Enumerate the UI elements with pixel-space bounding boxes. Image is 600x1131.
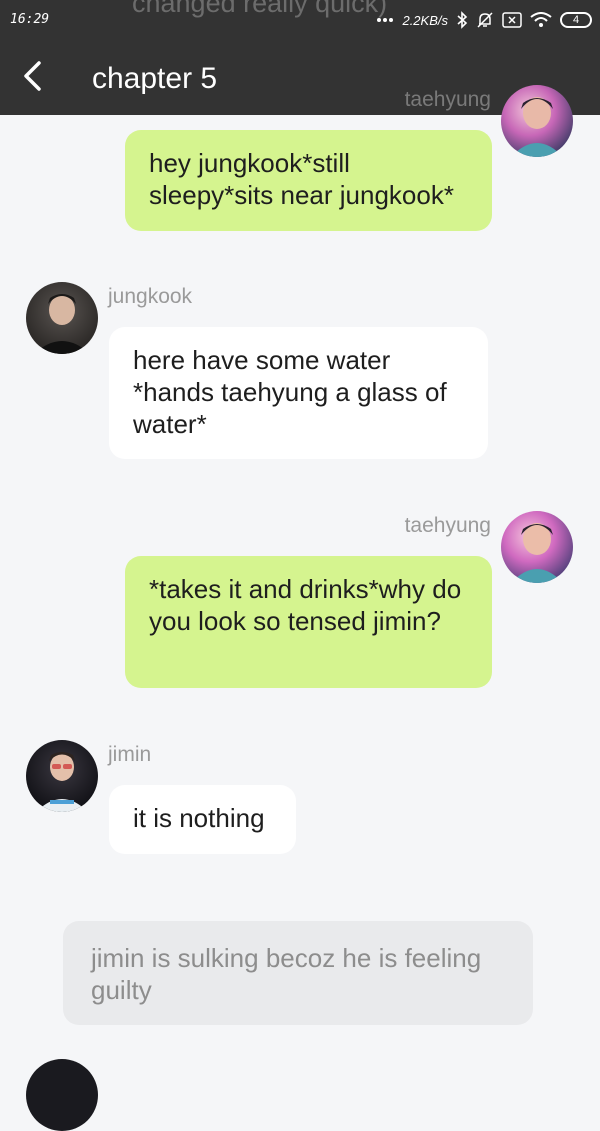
message-bubble[interactable]: it is nothing bbox=[109, 785, 296, 854]
back-button[interactable] bbox=[12, 58, 52, 98]
battery-level: 4 bbox=[572, 14, 580, 26]
avatar[interactable] bbox=[26, 282, 98, 354]
battery-icon: 4 bbox=[560, 12, 592, 28]
narration-box: jimin is sulking becoz he is feeling gui… bbox=[63, 921, 533, 1025]
page-title: chapter 5 bbox=[92, 62, 218, 95]
sender-name: taehyung bbox=[404, 514, 491, 537]
scrolled-text-behind-header: changed really quick) bbox=[132, 0, 388, 18]
notifications-muted-icon bbox=[476, 11, 494, 29]
sender-name: jimin bbox=[108, 743, 152, 766]
avatar[interactable] bbox=[26, 740, 98, 812]
avatar[interactable] bbox=[501, 85, 573, 157]
avatar[interactable] bbox=[501, 511, 573, 583]
more-dots-icon bbox=[376, 17, 394, 23]
chevron-left-icon bbox=[21, 60, 43, 97]
sim-blocked-icon bbox=[502, 12, 522, 28]
status-icons: 2.2KB/s 4 bbox=[376, 10, 592, 30]
network-speed: 2.2KB/s bbox=[402, 12, 448, 28]
avatar[interactable] bbox=[26, 1059, 98, 1131]
sender-name: jungkook bbox=[108, 285, 193, 308]
status-time: 16:29 bbox=[10, 12, 50, 27]
message-bubble[interactable]: here have some water *hands taehyung a g… bbox=[109, 327, 488, 459]
sender-name: taehyung bbox=[404, 88, 491, 111]
message-bubble[interactable]: *takes it and drinks*why do you look so … bbox=[125, 556, 492, 688]
wifi-icon bbox=[530, 12, 552, 28]
bluetooth-icon bbox=[456, 11, 468, 29]
message-bubble[interactable]: hey jungkook*still sleepy*sits near jung… bbox=[125, 130, 492, 231]
